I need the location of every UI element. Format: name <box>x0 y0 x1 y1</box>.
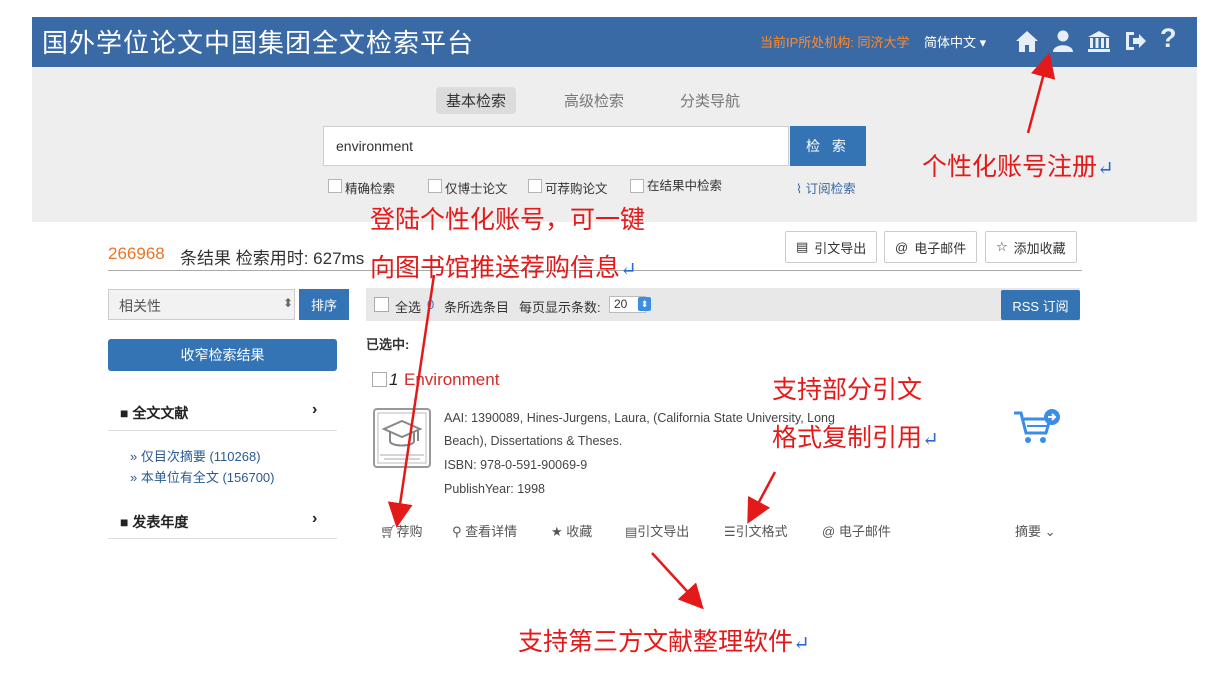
arrow-to-user-icon <box>1026 52 1056 134</box>
arrow-to-recommend <box>387 274 436 528</box>
arrow-third-party <box>651 552 704 610</box>
arrow-to-citation-format <box>747 471 777 524</box>
annotation-arrows <box>387 52 1056 610</box>
